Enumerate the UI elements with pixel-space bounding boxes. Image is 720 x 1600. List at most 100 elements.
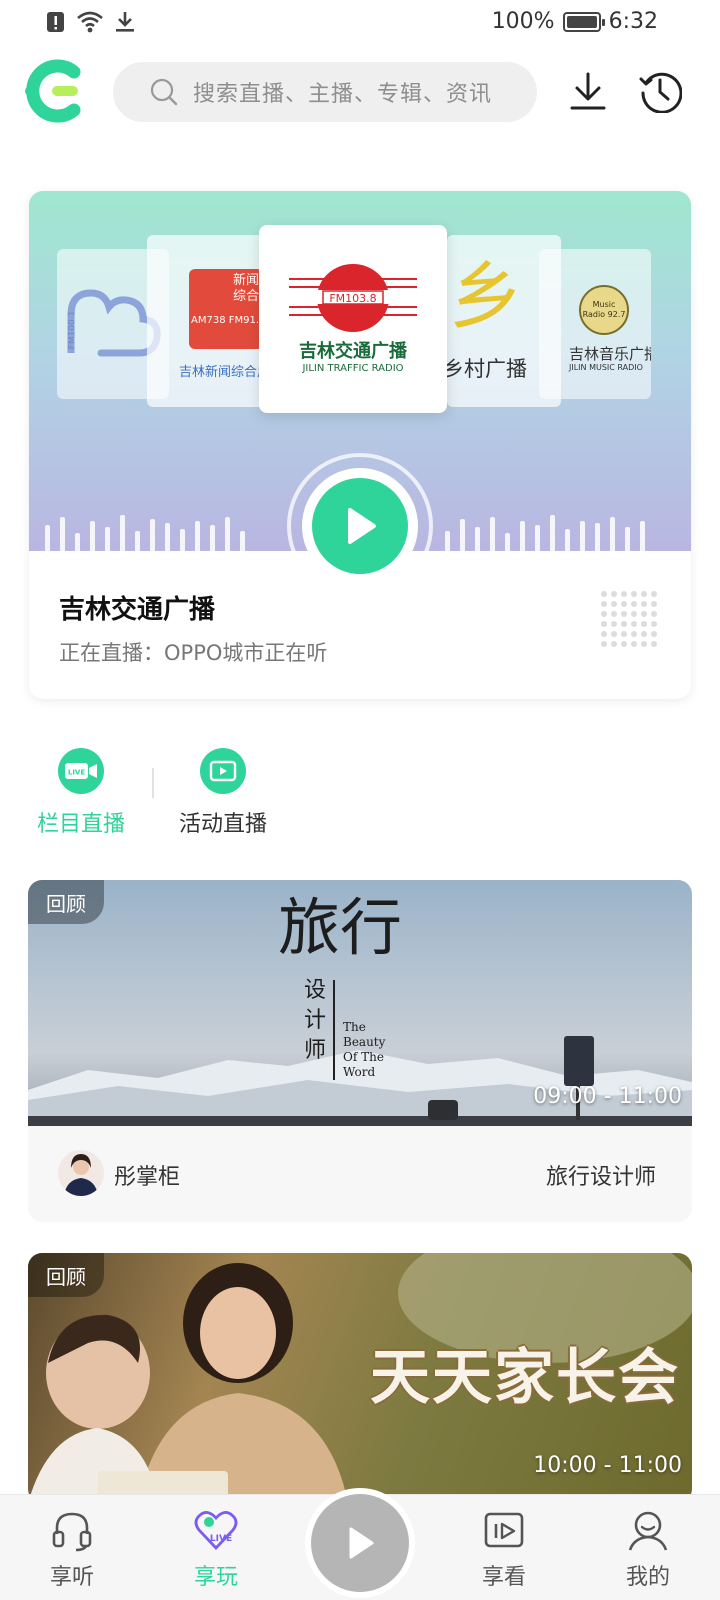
- search-placeholder: 搜索直播、主播、专辑、资讯: [193, 82, 493, 107]
- equalizer-bar: [505, 533, 510, 551]
- dot: [651, 611, 657, 617]
- equalizer-bar: [565, 529, 570, 551]
- equalizer-bar: [640, 521, 645, 551]
- dot: [621, 641, 627, 647]
- search-input[interactable]: 搜索直播、主播、专辑、资讯: [113, 62, 537, 122]
- featured-station-title: 吉林交通广播: [59, 595, 216, 625]
- nav-listen[interactable]: 享听: [27, 1507, 117, 1591]
- video-screen-icon: [484, 1512, 524, 1548]
- equalizer-bar: [595, 523, 600, 551]
- dot: [651, 591, 657, 597]
- replay-badge: 回顾: [28, 1253, 104, 1297]
- dot: [641, 601, 647, 607]
- dot: [601, 611, 607, 617]
- nav-play-label: 享玩: [193, 1565, 238, 1590]
- host-name: 彤掌柜: [114, 1165, 181, 1190]
- equalizer-bar: [550, 515, 555, 551]
- nav-watch[interactable]: 享看: [459, 1507, 549, 1591]
- dot: [611, 591, 617, 597]
- program-card-2[interactable]: 天天家长会 回顾 10:00 - 11:00: [28, 1253, 692, 1503]
- nav-play[interactable]: LIVE 享玩: [171, 1507, 261, 1591]
- station-4-name: 乡村广播: [447, 357, 527, 381]
- nav-watch-label: 享看: [481, 1565, 526, 1590]
- battery-icon: [562, 11, 605, 32]
- tab-event-live[interactable]: 活动直播: [163, 748, 283, 838]
- equalizer-bar: [225, 517, 230, 551]
- dot: [651, 621, 657, 627]
- dot: [631, 601, 637, 607]
- tab-event-live-label: 活动直播: [178, 812, 267, 837]
- dot: [601, 641, 607, 647]
- station-1-freq: FM100.1: [67, 310, 78, 350]
- equalizer-bar: [75, 533, 80, 551]
- dot: [641, 621, 647, 627]
- equalizer-bar: [490, 517, 495, 551]
- dot: [621, 611, 627, 617]
- tab-divider: [152, 768, 154, 798]
- play-icon: [349, 1527, 374, 1559]
- dot: [611, 621, 617, 627]
- equalizer-bar: [60, 517, 65, 551]
- battery-level: [566, 15, 597, 28]
- station-card-5[interactable]: Music Radio 92.7 吉林音乐广播 JILIN MUSIC RADI…: [539, 249, 651, 399]
- equalizer-bar: [460, 519, 465, 551]
- tab-program-live[interactable]: LIVE 栏目直播: [21, 748, 141, 838]
- nav-mine[interactable]: 我的: [603, 1507, 693, 1591]
- replay-badge: 回顾: [28, 880, 104, 924]
- nav-live-text: LIVE: [210, 1534, 232, 1544]
- equalizer-right: [445, 507, 645, 551]
- equalizer-bar: [150, 519, 155, 551]
- station-5-name: 吉林音乐广播: [569, 345, 651, 363]
- wifi-icon: [77, 11, 103, 33]
- station-card-selected[interactable]: FM103.8 吉林交通广播 JILIN TRAFFIC RADIO: [259, 225, 447, 413]
- cover-1-subtitle: 设计师: [304, 978, 327, 1063]
- history-button[interactable]: [635, 66, 685, 116]
- download-button[interactable]: [563, 66, 613, 116]
- clock: 6:32: [608, 9, 658, 34]
- header: 搜索直播、主播、专辑、资讯: [0, 56, 720, 128]
- equalizer-bar: [445, 531, 450, 551]
- dot: [641, 611, 647, 617]
- equalizer-bar: [210, 525, 215, 551]
- dot: [631, 621, 637, 627]
- equalizer-bar: [535, 525, 540, 551]
- logo-icon[interactable]: [22, 58, 88, 124]
- featured-now-playing: 正在直播：OPPO城市正在听: [59, 641, 328, 665]
- equalizer-bar: [195, 521, 200, 551]
- equalizer-bar: [45, 525, 50, 551]
- equalizer-bar: [180, 529, 185, 551]
- program-1-time: 09:00 - 11:00: [533, 1084, 682, 1109]
- program-1-footer: 彤掌柜 旅行设计师: [28, 1126, 692, 1222]
- dot: [601, 631, 607, 637]
- equalizer-bar: [135, 531, 140, 551]
- play-button[interactable]: [312, 478, 408, 574]
- dot: [651, 631, 657, 637]
- dot: [631, 641, 637, 647]
- music-radio-logo-icon: Music Radio 92.7: [579, 285, 629, 335]
- dot: [611, 601, 617, 607]
- dot: [651, 601, 657, 607]
- equalizer-bar: [610, 517, 615, 551]
- program-card-1[interactable]: 旅行 设计师 The Beauty Of The Word 回顾 09:00 -…: [28, 880, 692, 1222]
- equalizer-bar: [580, 521, 585, 551]
- station-card-2[interactable]: 新闻综合 AM738 FM91.6 吉林新闻综合广播: [147, 235, 265, 407]
- cover-1-title: 旅行: [278, 891, 403, 964]
- station-2-logo-text: 新闻综合: [233, 273, 260, 304]
- avatar: [58, 1150, 104, 1196]
- live-icon-text: LIVE: [68, 769, 85, 777]
- featured-radio-card[interactable]: FM100.1 新闻综合 AM738 FM91.6 吉林新闻综合广播 乡 乡村广…: [29, 191, 691, 699]
- station-3-freq: FM103.8: [329, 292, 377, 305]
- dot: [611, 631, 617, 637]
- dot: [631, 611, 637, 617]
- dot: [621, 631, 627, 637]
- equalizer-bar: [475, 527, 480, 551]
- mini-player-button[interactable]: [311, 1494, 409, 1592]
- dot: [611, 641, 617, 647]
- cover-2-title: 天天家长会: [370, 1343, 680, 1413]
- dot: [631, 631, 637, 637]
- dot: [611, 611, 617, 617]
- alert-icon: [47, 12, 64, 32]
- user-icon: [628, 1511, 668, 1551]
- equalizer-bar: [520, 521, 525, 551]
- nav-mine-label: 我的: [625, 1565, 670, 1590]
